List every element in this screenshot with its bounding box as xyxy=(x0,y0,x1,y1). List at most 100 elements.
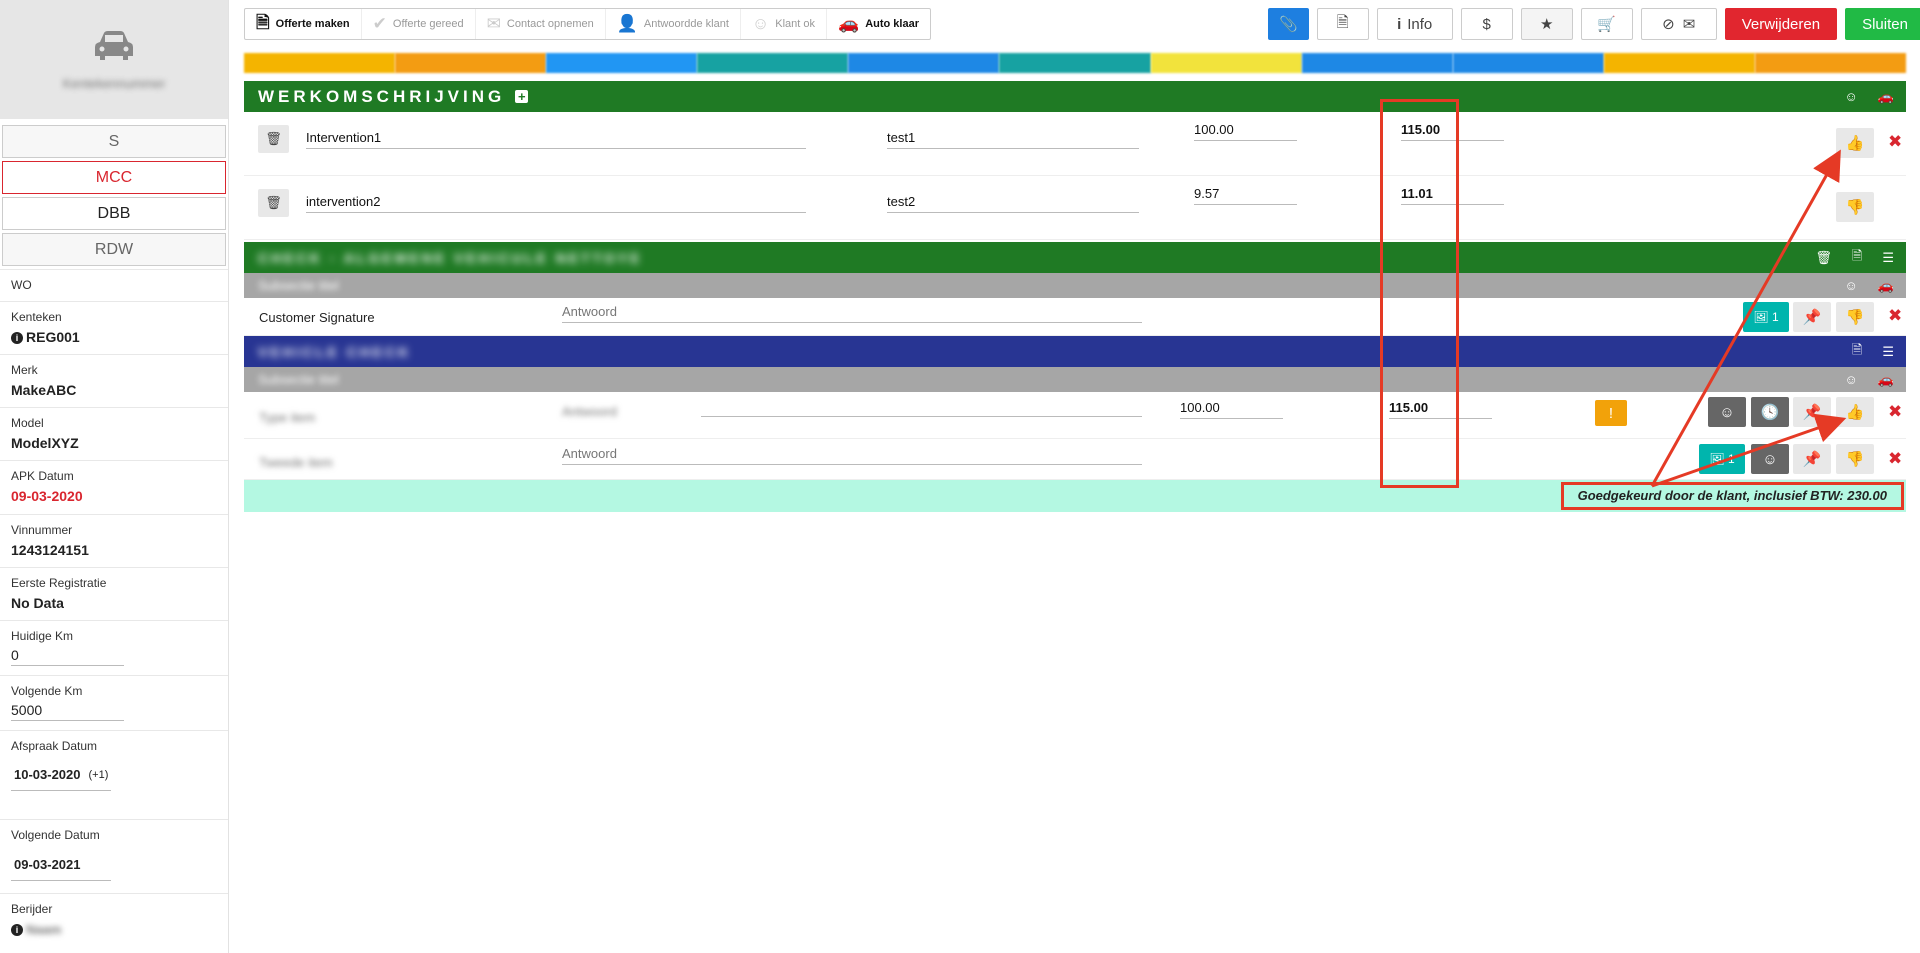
colorbar-segment xyxy=(999,53,1151,73)
check-icon: ✔ xyxy=(372,14,387,33)
customer-button[interactable]: ☺ xyxy=(1751,444,1789,474)
hide-mail-button[interactable]: ⊘ ✉ xyxy=(1640,8,1717,40)
pdf-icon[interactable]: 🗎 xyxy=(1852,341,1862,363)
item-name: Type item xyxy=(259,410,316,425)
photos-button[interactable]: 🖼 1 xyxy=(1699,444,1745,474)
colorbar-segment xyxy=(1452,53,1604,73)
check-subsection-header: Subsectie titel ☺ 🚗 xyxy=(244,273,1906,298)
price-input[interactable]: 100.00 xyxy=(1180,400,1283,419)
delete-button[interactable]: Verwijderen xyxy=(1724,8,1838,40)
step-contact-opnemen[interactable]: ✉ Contact opnemen xyxy=(476,9,606,39)
answer-input[interactable] xyxy=(701,416,1142,417)
car-icon[interactable]: 🚗 xyxy=(1878,89,1894,105)
photos-button[interactable]: 🖼 1 xyxy=(1743,302,1789,332)
sidebar-button-rdw[interactable]: RDW xyxy=(2,233,226,266)
info-button[interactable]: i Info xyxy=(1376,8,1453,40)
remove-icon[interactable]: ✖ xyxy=(1888,402,1902,422)
intervention-desc-input[interactable]: test2 xyxy=(887,194,1139,213)
user-check-icon: 👤 xyxy=(616,14,638,33)
step-antwoordde-klant[interactable]: 👤 Antwoordde klant xyxy=(606,9,741,39)
menu-icon[interactable]: ☰ xyxy=(1882,250,1894,266)
answer-input[interactable]: Antwoord xyxy=(562,446,1142,465)
afspraak-datum-offset: (+1) xyxy=(88,768,109,781)
sidebar-button-mcc[interactable]: MCC xyxy=(2,161,226,194)
thumbs-down-icon: 👎 xyxy=(1845,309,1865,326)
field-huidige-km: Huidige Km 0 xyxy=(0,620,228,675)
pin-button[interactable]: 📌 xyxy=(1793,397,1831,427)
delete-row-button[interactable]: 🗑 xyxy=(258,189,289,217)
warning-button[interactable]: ! xyxy=(1595,400,1627,426)
field-model: Model ModelXYZ xyxy=(0,407,228,460)
car-icon[interactable]: 🚗 xyxy=(1878,278,1894,294)
remove-icon[interactable]: ✖ xyxy=(1888,306,1902,326)
volgende-datum-input[interactable]: 09-03-2021 xyxy=(14,857,81,872)
close-button[interactable]: Sluiten xyxy=(1845,8,1920,40)
pin-button[interactable]: 📌 xyxy=(1793,302,1831,332)
main-content: WERKOMSCHRIJVING + ☺ 🚗 🗑 Intervention1 t… xyxy=(244,81,1906,512)
approved-total: Goedgekeurd door de klant, inclusief BTW… xyxy=(1560,482,1904,510)
step-auto-klaar[interactable]: 🚗 Auto klaar xyxy=(827,9,930,39)
smile-icon[interactable]: ☺ xyxy=(1845,372,1858,387)
clock-icon: 🕓 xyxy=(1760,404,1780,421)
intervention-desc-input[interactable]: test1 xyxy=(887,130,1139,149)
price-button[interactable]: $ xyxy=(1460,8,1513,40)
smile-icon: ☺ xyxy=(1719,403,1735,421)
car-icon: 🚗 xyxy=(838,14,860,33)
vehicle-header: Kentekennummer xyxy=(0,0,228,119)
volgende-km-input[interactable]: 5000 xyxy=(11,702,124,721)
colorbar-segment xyxy=(1150,53,1302,73)
intervention-name-input[interactable]: intervention2 xyxy=(306,194,806,213)
step-offerte-gereed[interactable]: ✔ Offerte gereed xyxy=(362,9,476,39)
sidebar-button-dbb[interactable]: DBB xyxy=(2,197,226,230)
reject-button[interactable]: 👎 xyxy=(1836,192,1874,222)
field-apk-datum: APK Datum 09-03-2020 xyxy=(0,460,228,514)
colorbar-segment xyxy=(1301,53,1453,73)
paperclip-icon: 📎 xyxy=(1279,16,1298,33)
werkomschrijving-header: WERKOMSCHRIJVING + ☺ 🚗 xyxy=(244,81,1906,112)
approve-button[interactable]: 👍 xyxy=(1836,397,1874,427)
table-row: 🗑 intervention2 test2 9.57 11.01 👎 xyxy=(244,176,1906,240)
delete-row-button[interactable]: 🗑 xyxy=(258,125,289,153)
colorbar-segment xyxy=(697,53,849,73)
reject-button[interactable]: 👎 xyxy=(1836,302,1874,332)
vehicle-check-subsection-header: Subsectie titel ☺ 🚗 xyxy=(244,367,1906,392)
step-klant-ok[interactable]: ☺ Klant ok xyxy=(741,9,828,39)
file-icon: 🗎 xyxy=(256,12,270,32)
pin-button[interactable]: 📌 xyxy=(1793,444,1831,474)
remove-icon[interactable]: ✖ xyxy=(1888,449,1902,469)
car-icon[interactable]: 🚗 xyxy=(1878,372,1894,388)
cart-button[interactable]: 🛒 xyxy=(1580,8,1633,40)
history-button[interactable]: 🕓 xyxy=(1751,397,1789,427)
sidebar-button-s[interactable]: S xyxy=(2,125,226,158)
menu-icon[interactable]: ☰ xyxy=(1882,344,1894,360)
document-button[interactable]: 🗎 xyxy=(1316,8,1369,40)
remove-icon[interactable]: ✖ xyxy=(1888,132,1902,152)
afspraak-datum-input[interactable]: 10-03-2020 xyxy=(14,767,81,782)
add-icon[interactable]: + xyxy=(515,90,529,103)
pin-icon: 📌 xyxy=(1802,309,1822,326)
answer-input[interactable]: Antwoord xyxy=(562,304,1142,323)
info-icon[interactable]: i xyxy=(11,332,23,344)
intervention-name-input[interactable]: Intervention1 xyxy=(306,130,806,149)
favorite-button[interactable]: ★ xyxy=(1520,8,1573,40)
attach-button[interactable]: 📎 xyxy=(1268,8,1309,40)
smile-icon: ☺ xyxy=(751,14,770,33)
trash-icon: 🗑 xyxy=(265,131,282,146)
customer-button[interactable]: ☺ xyxy=(1708,397,1746,427)
field-afspraak-datum: Afspraak Datum 10-03-2020 (+1) xyxy=(0,730,228,819)
smile-icon[interactable]: ☺ xyxy=(1845,278,1858,293)
section-title: CHECK - ALGEMENE VEHICULE NETTOYE xyxy=(258,250,643,266)
info-icon[interactable]: i xyxy=(11,924,23,936)
smile-icon[interactable]: ☺ xyxy=(1845,89,1858,104)
eye-slash-icon: ⊘ xyxy=(1662,16,1675,33)
price-input[interactable]: 100.00 xyxy=(1194,122,1297,141)
trash-icon[interactable]: 🗑 xyxy=(1815,250,1832,266)
huidige-km-input[interactable]: 0 xyxy=(11,647,124,666)
step-offerte-maken[interactable]: 🗎 Offerte maken xyxy=(245,9,362,39)
approve-button[interactable]: 👍 xyxy=(1836,128,1874,158)
field-vinnummer: Vinnummer 1243124151 xyxy=(0,514,228,567)
price-input[interactable]: 9.57 xyxy=(1194,186,1297,205)
reject-button[interactable]: 👎 xyxy=(1836,444,1874,474)
pdf-icon[interactable]: 🗎 xyxy=(1852,247,1862,269)
field-kenteken: Kenteken i REG001 xyxy=(0,301,228,354)
